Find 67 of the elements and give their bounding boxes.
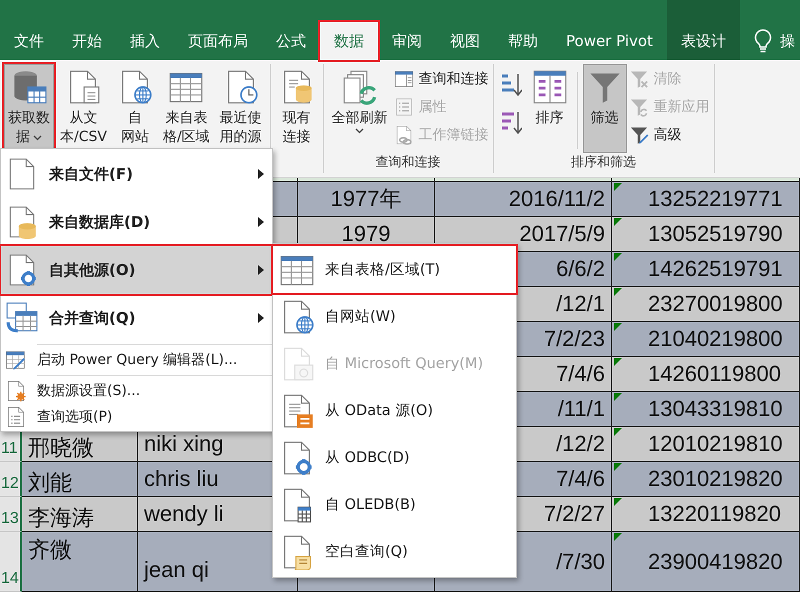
table-cell: 21040219800	[612, 322, 800, 357]
group-label: 查询和连接	[376, 155, 441, 170]
menu-item[interactable]: 来自数据库(D)	[1, 198, 272, 246]
submenu-arrow-icon	[258, 217, 264, 227]
ribbon-button[interactable]: 排序	[528, 64, 572, 153]
ribbon-button[interactable]: 现有 连接	[274, 64, 319, 153]
reapply-filter-icon	[628, 97, 649, 117]
menu-item[interactable]: 来自文件(F)	[1, 150, 272, 198]
settings-file-icon	[5, 380, 27, 402]
ribbon-tab[interactable]: 表设计	[666, 0, 740, 60]
table-cell: 齐微	[22, 532, 138, 592]
table-cell: 2016/11/2	[435, 182, 612, 217]
row-header[interactable]: 12	[0, 462, 22, 497]
table-cell: 23010219820	[612, 462, 800, 497]
submenu-arrow-icon	[258, 169, 264, 179]
edit-table-icon	[5, 349, 27, 371]
table-cell: 13043319810	[612, 392, 800, 427]
ribbon-tab[interactable]: 公式	[262, 22, 320, 60]
table-cell: 12010219810	[612, 427, 800, 462]
advanced-filter-icon	[628, 125, 649, 145]
table-cell: 1977年	[298, 182, 435, 217]
ribbon-button[interactable]: 从文 本/CSV	[56, 64, 111, 153]
menu-item[interactable]: 数据源设置(S)...	[1, 378, 272, 404]
ribbon-tab[interactable]: 文件	[0, 22, 58, 60]
menu-item[interactable]: 自其他源(O)	[1, 246, 272, 294]
ribbon-button[interactable]: 自 网站	[112, 64, 157, 153]
ribbon-small-button[interactable]: 高级	[628, 122, 710, 148]
tell-me-button[interactable]: 操	[754, 22, 795, 60]
refresh-icon	[342, 69, 378, 105]
table-cell: 14262519791	[612, 252, 800, 287]
table-cell: 23270019800	[612, 287, 800, 322]
sort-grid-icon	[532, 69, 568, 105]
table-cell: 13052519790	[612, 217, 800, 252]
ribbon-tab[interactable]: 视图	[436, 22, 494, 60]
table-cell: 13252219771	[612, 182, 800, 217]
ribbon-tab[interactable]: 数据	[320, 22, 378, 60]
options-file-icon	[5, 406, 27, 428]
ribbon-tab[interactable]: 插入	[116, 22, 174, 60]
ribbon-tab[interactable]: 帮助	[494, 22, 552, 60]
query-pane-icon	[394, 69, 414, 89]
menu-item[interactable]: 合并查询(Q)	[1, 294, 272, 342]
submenu-arrow-icon	[258, 313, 264, 323]
properties-icon	[394, 97, 414, 117]
ribbon-button[interactable]: 最近使 用的源	[216, 64, 266, 153]
ribbon-tab[interactable]: 审阅	[378, 22, 436, 60]
table-cell: 李海涛	[22, 497, 138, 532]
table-cell: 14260119800	[612, 357, 800, 392]
table-cell: 13220119820	[612, 497, 800, 532]
row-header[interactable]: 14	[0, 532, 22, 592]
menu-item[interactable]: 启动 Power Query 编辑器(L)...	[1, 347, 272, 373]
submenu-arrow-icon	[258, 265, 264, 275]
ribbon-tab[interactable]: Power Pivot	[552, 22, 667, 60]
ribbon-button[interactable]: 筛选	[582, 64, 627, 153]
row-header[interactable]: 13	[0, 497, 22, 532]
table-cell: 刘能	[22, 462, 138, 497]
ribbon-small-button[interactable]: 查询和连接	[394, 66, 489, 92]
sort-ascending-icon[interactable]	[500, 72, 522, 98]
clear-filter-icon	[628, 69, 649, 89]
lightbulb-icon	[754, 29, 772, 53]
ribbon-button[interactable]: 全部刷新	[328, 64, 392, 153]
table-cell: 23900419820	[612, 532, 800, 592]
menu-item[interactable]: 查询选项(P)	[1, 404, 272, 430]
ribbon-button[interactable]: 来自表 格/区域	[158, 64, 214, 153]
group-label: 排序和筛选	[571, 155, 636, 170]
sort-descending-icon[interactable]	[500, 110, 522, 136]
ribbon-tab[interactable]: 页面布局	[174, 22, 262, 60]
ribbon-tab[interactable]: 开始	[58, 22, 116, 60]
